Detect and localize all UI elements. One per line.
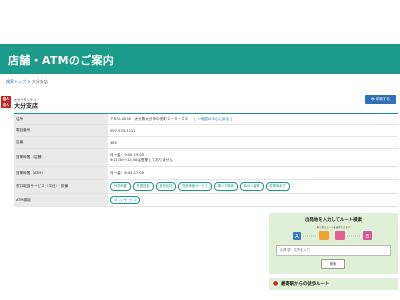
info-row-address: 住所 〒870-0035 大分県大分市中央町２－９－２６ [ ＞地図の中心に戻る… (14, 114, 398, 125)
info-label-phone: 電話番号 (14, 125, 108, 136)
branch-info-table: 住所 〒870-0035 大分県大分市中央町２－９－２６ [ ＞地図の中心に戻る… (14, 113, 398, 207)
info-row-hours: 営業時間（店舗） 月～金：9:00-15:00 ※11:30～12:30は営業し… (14, 149, 398, 167)
route-illustration: A B (293, 231, 372, 240)
info-value-store-no: 385 (110, 140, 117, 145)
info-value-hours: 月～金：9:00-15:00 ※11:30～12:30は営業しておりません (110, 149, 398, 166)
customer-type-badge-text: 個人 法人 (2, 97, 10, 107)
page-title: 店舗・ATMのご案内 (8, 54, 115, 67)
breadcrumb: 検索トップ > 大分支店 (6, 79, 48, 85)
info-row-store-no: 店番 385 (14, 137, 398, 149)
breadcrumb-current: 大分支店 (31, 79, 48, 84)
svg-text:B: B (366, 234, 370, 240)
hours-line-2: ※11:30～12:30は営業しておりません (110, 157, 173, 162)
info-label-services: 窓口取扱サービス（平日）・設備 (14, 180, 108, 193)
info-value-services: 外貨両替 外国送金 投資信託 資産承継サービス 車いす関係 障がい者等 駐車場あ… (110, 180, 398, 193)
print-button[interactable]: 🖶 印刷する (365, 95, 396, 104)
service-chip[interactable]: 車いす関係 (213, 182, 238, 191)
info-label-atm-hours: 営業時間（ATM） (14, 167, 108, 179)
map-center-link[interactable]: [ ＞地図の中心に戻る ] (194, 117, 231, 122)
info-row-atm-hours: 営業時間（ATM） 月～金：8:45-17:00 (14, 167, 398, 180)
map-pin-icon: ● (273, 280, 279, 287)
info-value-atm-hours: 月～金：8:45-17:00 (110, 170, 145, 175)
atm-service-chip[interactable]: ほしいサービス (110, 195, 141, 205)
info-row-services: 窓口取扱サービス（平日）・設備 外貨両替 外国送金 投資信託 資産承継サービス … (14, 180, 398, 194)
print-button-label: 印刷する (375, 97, 390, 101)
info-label-address: 住所 (14, 114, 108, 124)
service-chip[interactable]: 障がい者等 (239, 182, 264, 191)
service-chip[interactable]: 外貨両替 (110, 182, 131, 191)
service-chip[interactable]: 駐車場あり (265, 182, 290, 191)
route-search-panel: 出発地を入力してルート検索 A B 乗り換えルートを検索できます 検索 (269, 213, 398, 274)
route-search-subtitle: 乗り換えルートを検索できます (316, 226, 351, 229)
nearby-station-route-link[interactable]: ● 最寄駅からの徒歩ルート (269, 276, 398, 290)
breadcrumb-home[interactable]: 検索トップ (6, 79, 26, 84)
page-header: 店舗・ATMのご案内 (0, 44, 400, 74)
branch-name: 大分支店 (14, 103, 39, 110)
nearby-station-route-label: 最寄駅からの徒歩ルート (281, 282, 330, 287)
service-chip[interactable]: 資産承継サービス (178, 182, 212, 191)
info-row-atm-services: ATM機能 ほしいサービス (14, 194, 398, 207)
info-value-address: 〒870-0035 大分県大分市中央町２－９－２６ [ ＞地図の中心に戻る ] (110, 114, 398, 124)
info-label-atm-services: ATM機能 (14, 194, 108, 206)
info-label-store-no: 店番 (14, 137, 108, 148)
info-row-phone: 電話番号 097-534-1211 (14, 125, 398, 137)
info-value-atm-services: ほしいサービス (110, 194, 398, 206)
info-label-hours: 営業時間（店舗） (14, 149, 108, 166)
customer-type-badge: 個人 法人 (1, 96, 11, 108)
departure-input[interactable] (276, 245, 391, 256)
printer-icon: 🖶 (371, 97, 375, 101)
service-chip[interactable]: 外国送金 (132, 182, 154, 191)
route-search-title: 出発地を入力してルート検索 (305, 218, 362, 223)
service-chip[interactable]: 投資信託 (155, 182, 177, 191)
address-text: 〒870-0035 大分県大分市中央町２－９－２６ (110, 116, 189, 121)
svg-text:A: A (295, 234, 299, 240)
top-bar (0, 0, 400, 44)
route-search-button[interactable]: 検索 (321, 259, 345, 269)
info-value-phone: 097-534-1211 (110, 128, 136, 133)
